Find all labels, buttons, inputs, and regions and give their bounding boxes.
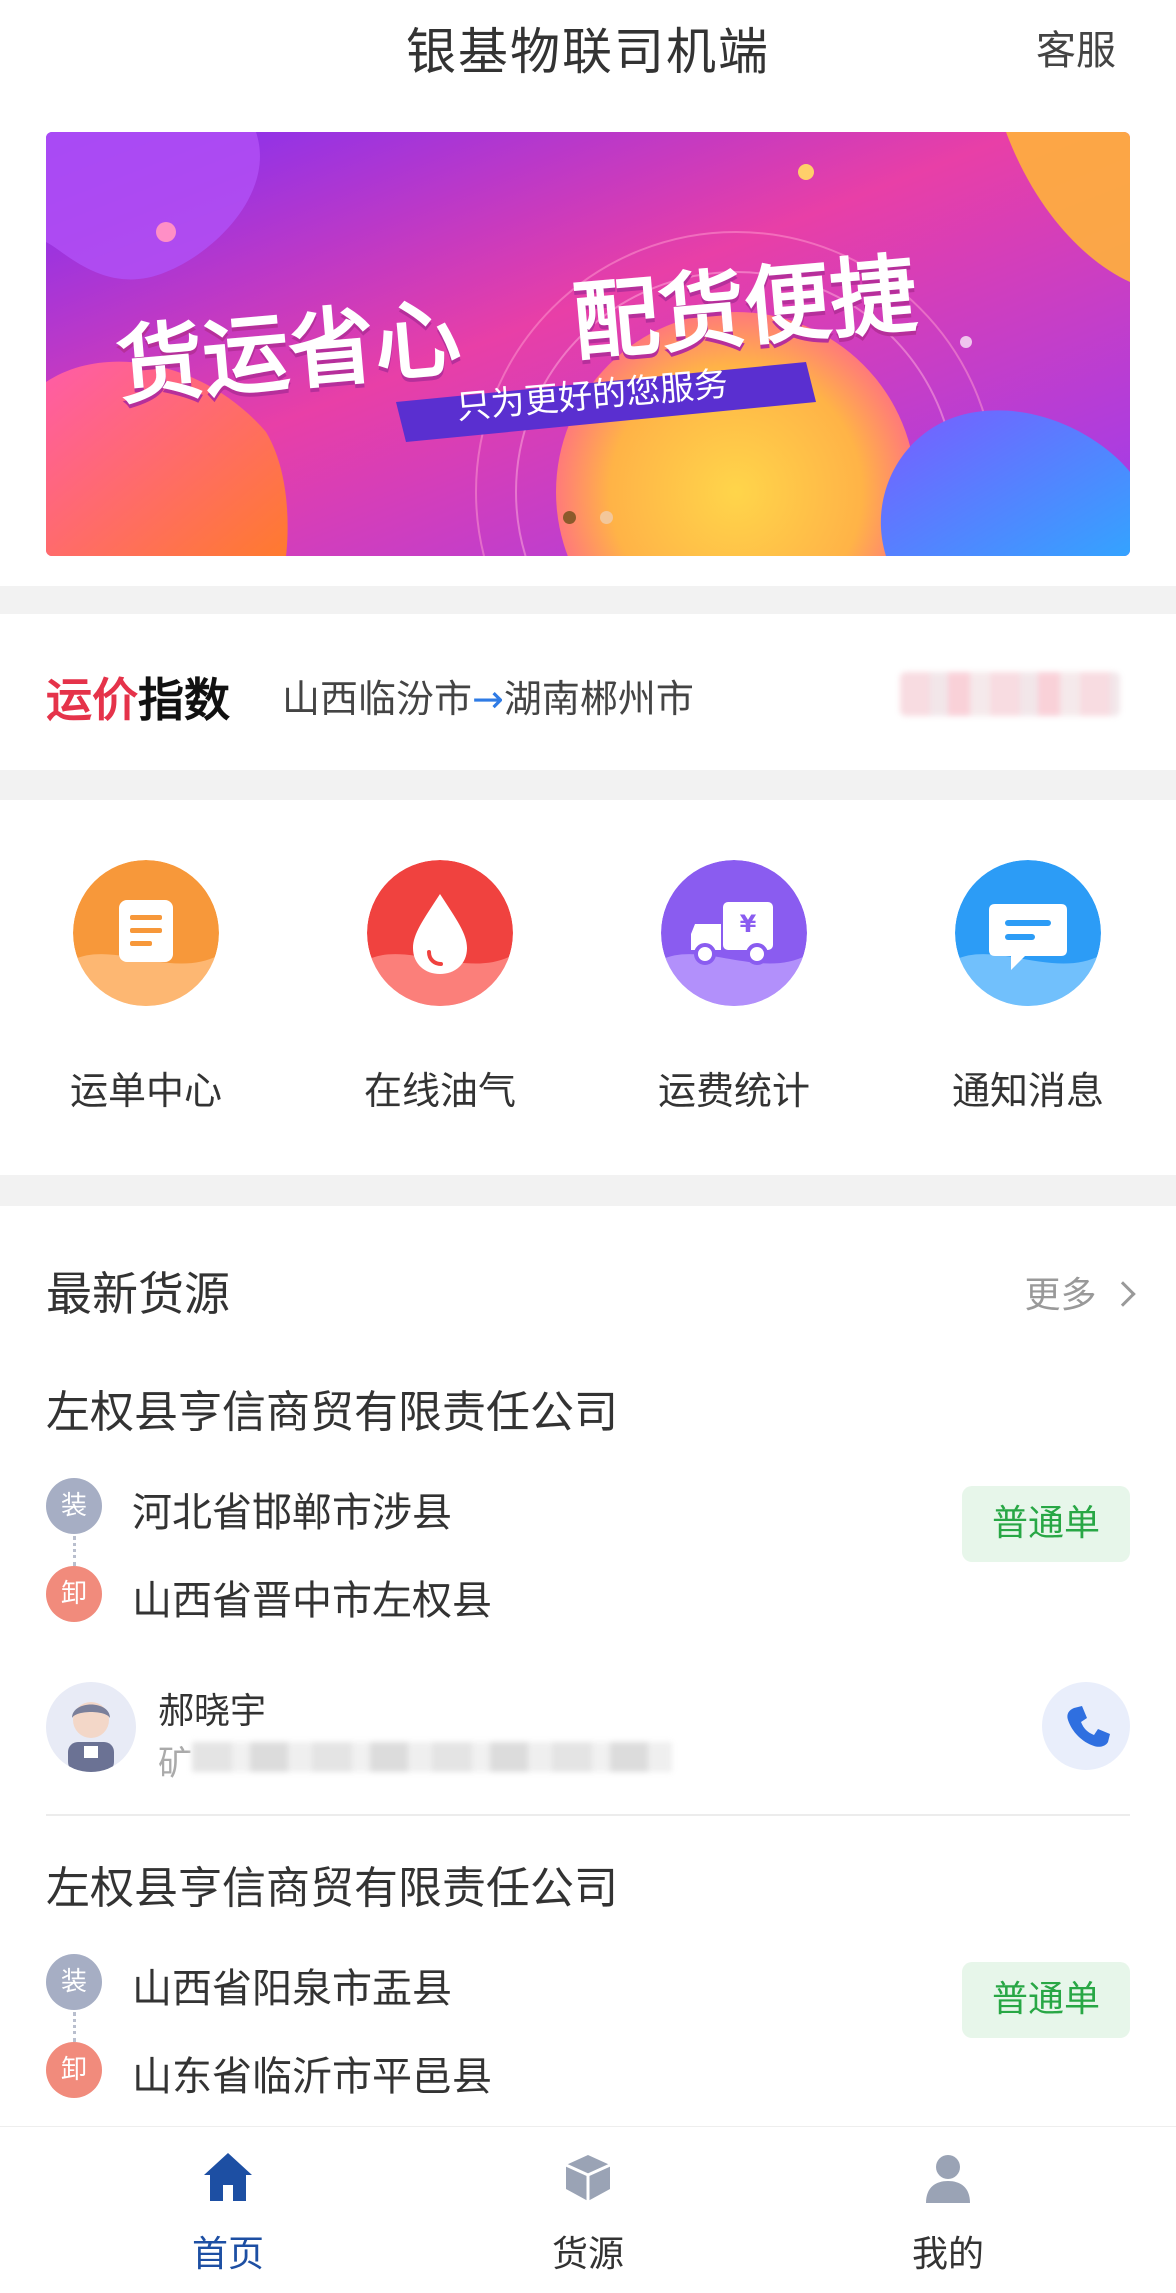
svg-text:¥: ¥ — [740, 910, 757, 938]
price-value-redacted — [900, 672, 1120, 716]
unload-stop: 卸 山西省晋中市左权县 — [46, 1566, 946, 1626]
unload-address: 山东省临沂市平邑县 — [132, 2054, 492, 2100]
banner-dot-1[interactable] — [563, 511, 577, 524]
unload-tag: 卸 — [46, 2042, 102, 2098]
latest-sources-section: 最新货源 更多 左权县亨信商贸有限责任公司 装 河北省邯郸市涉县 卸 山西省晋中… — [0, 1206, 1176, 2126]
divider — [0, 586, 1176, 614]
quick-item-orders[interactable]: 运单中心 — [26, 860, 266, 1115]
bottom-tab-bar: 首页 货源 我的 — [0, 2126, 1176, 2293]
price-index-logo: 运价指数 — [46, 664, 230, 730]
header: 银基物联司机端 客服 — [0, 0, 1176, 110]
order-doc-icon — [73, 860, 219, 1006]
route-arrow-icon: → — [472, 677, 504, 721]
divider — [0, 770, 1176, 800]
user-icon — [848, 2147, 1048, 2217]
quick-menu: 运单中心 在线油气 ¥ 运费统计 通知消息 — [0, 800, 1176, 1175]
contact-name: 郝晓宇 — [158, 1691, 267, 1732]
route-connector — [73, 1536, 76, 1566]
tab-mine[interactable]: 我的 — [848, 2147, 1048, 2277]
tab-cargo[interactable]: 货源 — [488, 2147, 688, 2277]
load-address: 河北省邯郸市涉县 — [132, 1490, 452, 1536]
route-from: 山西临汾市 — [282, 677, 473, 721]
contact-detail-lead: 矿 — [158, 1744, 192, 1784]
divider — [0, 1175, 1176, 1206]
quick-item-label: 运费统计 — [657, 1069, 810, 1113]
quick-item-fuel[interactable]: 在线油气 — [320, 860, 560, 1115]
unload-address: 山西省晋中市左权县 — [132, 1578, 492, 1624]
tab-label: 首页 — [191, 2234, 264, 2275]
price-index-logo-red: 运价 — [46, 673, 138, 727]
avatar — [46, 1682, 136, 1772]
load-stop: 装 河北省邯郸市涉县 — [46, 1478, 946, 1538]
quick-item-label: 在线油气 — [363, 1069, 516, 1113]
phone-icon — [1067, 1706, 1110, 1747]
price-index-logo-black: 指数 — [138, 673, 230, 727]
load-address: 山西省阳泉市盂县 — [132, 1966, 452, 2012]
load-stop: 装 山西省阳泉市盂县 — [46, 1954, 946, 2014]
cargo-card[interactable]: 左权县亨信商贸有限责任公司 装 山西省阳泉市盂县 卸 山东省临沂市平邑县 普通单 — [46, 1852, 1130, 2126]
price-index-bar[interactable]: 运价指数 山西临汾市→湖南郴州市 — [0, 614, 1176, 770]
banner-dot-2[interactable] — [599, 511, 613, 524]
call-button[interactable] — [1042, 1682, 1130, 1770]
customer-service-button[interactable]: 客服 — [1036, 18, 1116, 76]
company-name: 左权县亨信商贸有限责任公司 — [46, 1863, 618, 1914]
order-type-badge: 普通单 — [962, 1962, 1130, 2038]
cargo-box-icon — [488, 2147, 688, 2217]
message-bubble-icon — [955, 860, 1101, 1006]
quick-item-label: 通知消息 — [951, 1069, 1104, 1113]
section-title: 最新货源 — [46, 1267, 230, 1321]
load-tag: 装 — [46, 1954, 102, 2010]
company-name: 左权县亨信商贸有限责任公司 — [46, 1387, 618, 1438]
tab-home[interactable]: 首页 — [128, 2147, 328, 2277]
price-index-route: 山西临汾市→湖南郴州市 — [282, 668, 694, 723]
order-type-badge: 普通单 — [962, 1486, 1130, 1562]
promo-banner[interactable]: 货运省心 配货便捷 只为更好的您服务 — [46, 132, 1130, 556]
card-divider — [46, 1814, 1130, 1816]
chevron-right-icon — [1110, 1281, 1136, 1307]
contact-detail-redacted: 矿 — [158, 1736, 678, 1784]
banner-pagination — [46, 509, 1130, 528]
route-connector — [73, 2012, 76, 2042]
route-to: 湖南郴州市 — [503, 677, 694, 721]
tab-label: 我的 — [911, 2234, 984, 2275]
fuel-drop-icon — [367, 860, 513, 1006]
tab-label: 货源 — [551, 2234, 624, 2275]
page-title: 银基物联司机端 — [406, 23, 770, 81]
quick-item-label: 运单中心 — [69, 1069, 222, 1113]
quick-item-notifications[interactable]: 通知消息 — [908, 860, 1148, 1115]
truck-yen-icon: ¥ — [661, 860, 807, 1006]
unload-tag: 卸 — [46, 1566, 102, 1622]
home-icon — [128, 2147, 328, 2217]
more-link[interactable]: 更多 — [1024, 1266, 1136, 1318]
quick-item-freight-stats[interactable]: ¥ 运费统计 — [614, 860, 854, 1115]
more-label: 更多 — [1024, 1275, 1097, 1316]
unload-stop: 卸 山东省临沂市平邑县 — [46, 2042, 946, 2102]
load-tag: 装 — [46, 1478, 102, 1534]
